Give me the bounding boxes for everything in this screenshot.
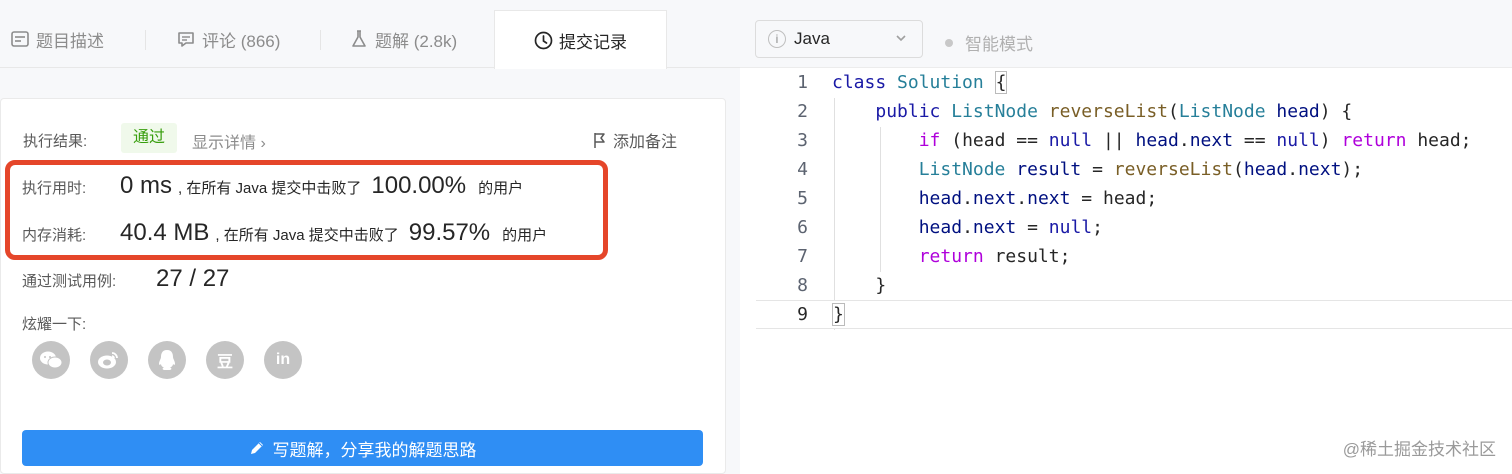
code-text: head.next.next = head; — [918, 188, 1158, 209]
line-number: 3 — [797, 130, 808, 151]
write-solution-label: 写题解，分享我的解题思路 — [272, 440, 477, 460]
left-panel: 题目描述 评论 (866) 题解 (2.8k) 提交记录 执行结果: 通过 显示… — [0, 0, 740, 474]
tab-divider — [145, 30, 146, 50]
line-number: 7 — [797, 246, 808, 267]
write-solution-button[interactable]: 写题解，分享我的解题思路 — [22, 430, 703, 466]
code-text: head.next = null; — [918, 217, 1103, 238]
app-root: 题目描述 评论 (866) 题解 (2.8k) 提交记录 执行结果: 通过 显示… — [0, 0, 1512, 474]
add-note-button[interactable]: 添加备注 — [593, 128, 677, 152]
code-line: 1 class Solution { — [756, 68, 1512, 97]
description-icon — [10, 29, 30, 49]
flask-icon — [349, 29, 369, 49]
show-details-link[interactable]: 显示详情 › — [192, 129, 266, 153]
code-line: 5 head.next.next = head; — [756, 184, 1512, 213]
tab-solutions[interactable]: 题解 (2.8k) — [349, 10, 457, 68]
editor-panel: i Java 智能模式 1 class Solution { 2 public … — [740, 0, 1512, 474]
code-line: 4 ListNode result = reverseList(head.nex… — [756, 155, 1512, 184]
tab-solutions-label: 题解 (2.8k) — [375, 31, 458, 51]
code-text: } — [832, 275, 887, 296]
smart-mode-label: 智能模式 — [965, 35, 1033, 54]
editor-toolbar: i Java 智能模式 — [740, 0, 1512, 68]
comment-icon — [176, 29, 196, 49]
line-number: 6 — [797, 217, 808, 238]
line-number: 2 — [797, 101, 808, 122]
testcases-label: 通过测试用例: — [22, 273, 117, 290]
code-text: public ListNode reverseList(ListNode hea… — [875, 101, 1353, 122]
tab-description[interactable]: 题目描述 — [10, 10, 104, 68]
line-number: 5 — [797, 188, 808, 209]
linkedin-glyph: in — [275, 351, 291, 368]
status-dot-icon — [945, 38, 953, 47]
line-number: 9 — [797, 304, 808, 325]
weibo-icon[interactable] — [90, 341, 128, 379]
info-icon: i — [768, 30, 786, 48]
chevron-down-icon — [896, 35, 906, 42]
result-label: 执行结果: — [23, 133, 88, 150]
douban-glyph: 豆 — [216, 354, 233, 371]
add-note-label: 添加备注 — [613, 134, 678, 151]
smart-mode-toggle[interactable]: 智能模式 — [945, 30, 1033, 55]
tab-submissions-label: 提交记录 — [559, 32, 627, 52]
code-text: if (head == null || head.next == null) r… — [918, 130, 1472, 151]
tab-description-label: 题目描述 — [36, 31, 104, 51]
tab-comments-label: 评论 (866) — [202, 31, 281, 51]
code-line: 6 head.next = null; — [756, 213, 1512, 242]
code-editor[interactable]: 1 class Solution { 2 public ListNode rev… — [756, 68, 1512, 474]
qq-icon[interactable] — [148, 341, 186, 379]
tab-submissions[interactable]: 提交记录 — [494, 10, 667, 69]
line-number: 8 — [797, 275, 808, 296]
clock-icon — [533, 30, 553, 50]
share-icons: 豆 in — [32, 341, 322, 379]
code-line: 2 public ListNode reverseList(ListNode h… — [756, 97, 1512, 126]
code-line: 8 } — [756, 271, 1512, 300]
line-number: 4 — [797, 159, 808, 180]
highlight-box — [5, 160, 608, 260]
code-line: 3 if (head == null || head.next == null)… — [756, 126, 1512, 155]
watermark: @稀土掘金技术社区 — [1342, 440, 1496, 459]
language-value: Java — [794, 29, 830, 48]
wechat-icon[interactable] — [32, 341, 70, 379]
tab-comments[interactable]: 评论 (866) — [176, 10, 280, 68]
tab-divider — [320, 30, 321, 50]
line-number: 1 — [797, 72, 808, 93]
status-badge: 通过 — [121, 123, 178, 153]
code-line: 7 return result; — [756, 242, 1512, 271]
code-text: return result; — [918, 246, 1071, 267]
code-text: class Solution { — [832, 71, 1008, 94]
linkedin-icon[interactable]: in — [264, 341, 302, 379]
pencil-icon — [250, 442, 263, 454]
code-text: ListNode result = reverseList(head.next)… — [918, 159, 1364, 180]
testcases-value: 27 / 27 — [156, 265, 230, 292]
testcases-row: 通过测试用例: 27 / 27 — [22, 265, 229, 293]
flag-icon — [594, 132, 605, 148]
language-select[interactable]: i Java — [755, 20, 923, 58]
code-text: } — [832, 303, 845, 326]
share-label: 炫耀一下: — [22, 316, 87, 333]
tab-bar: 题目描述 评论 (866) 题解 (2.8k) 提交记录 — [0, 10, 740, 69]
douban-icon[interactable]: 豆 — [206, 341, 244, 379]
current-code-line: 9 } — [756, 300, 1512, 329]
